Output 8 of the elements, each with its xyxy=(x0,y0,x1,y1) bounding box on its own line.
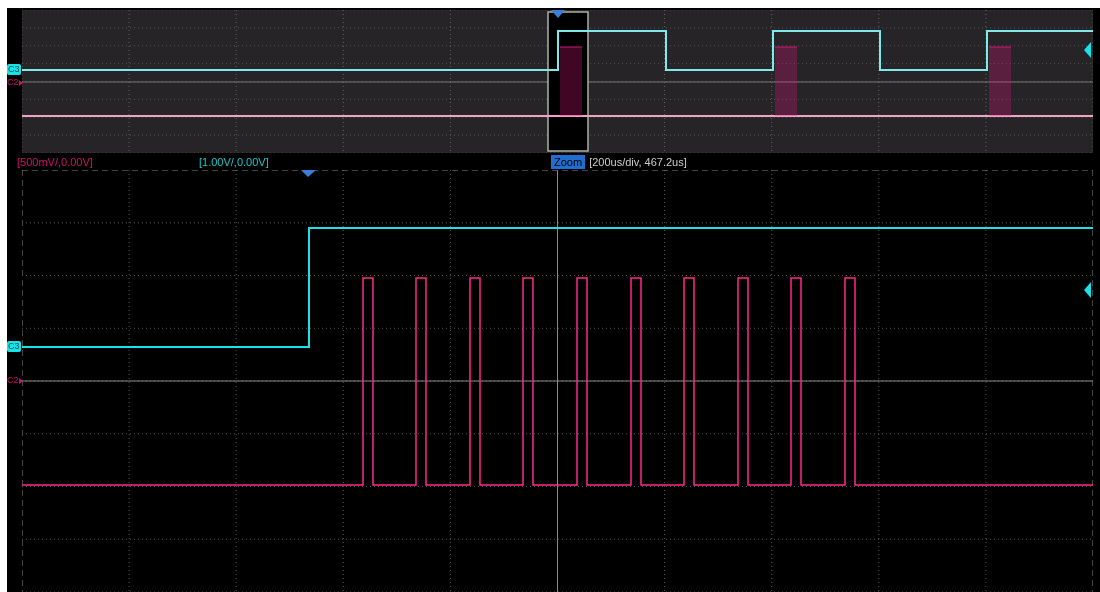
channel-label: C2 xyxy=(7,375,19,386)
timebase-label: [200us/div, 467.2us] xyxy=(589,155,687,168)
channel-scale-label: [1.00V/,0.00V] xyxy=(199,155,270,168)
channel-marker: C3 xyxy=(7,64,21,75)
channel-scale-label: [500mV/,0.00V] xyxy=(17,155,94,168)
zoom-label: Zoom xyxy=(551,154,586,169)
channel-label: C2 xyxy=(7,77,19,88)
channel-marker: C3 xyxy=(7,341,21,352)
